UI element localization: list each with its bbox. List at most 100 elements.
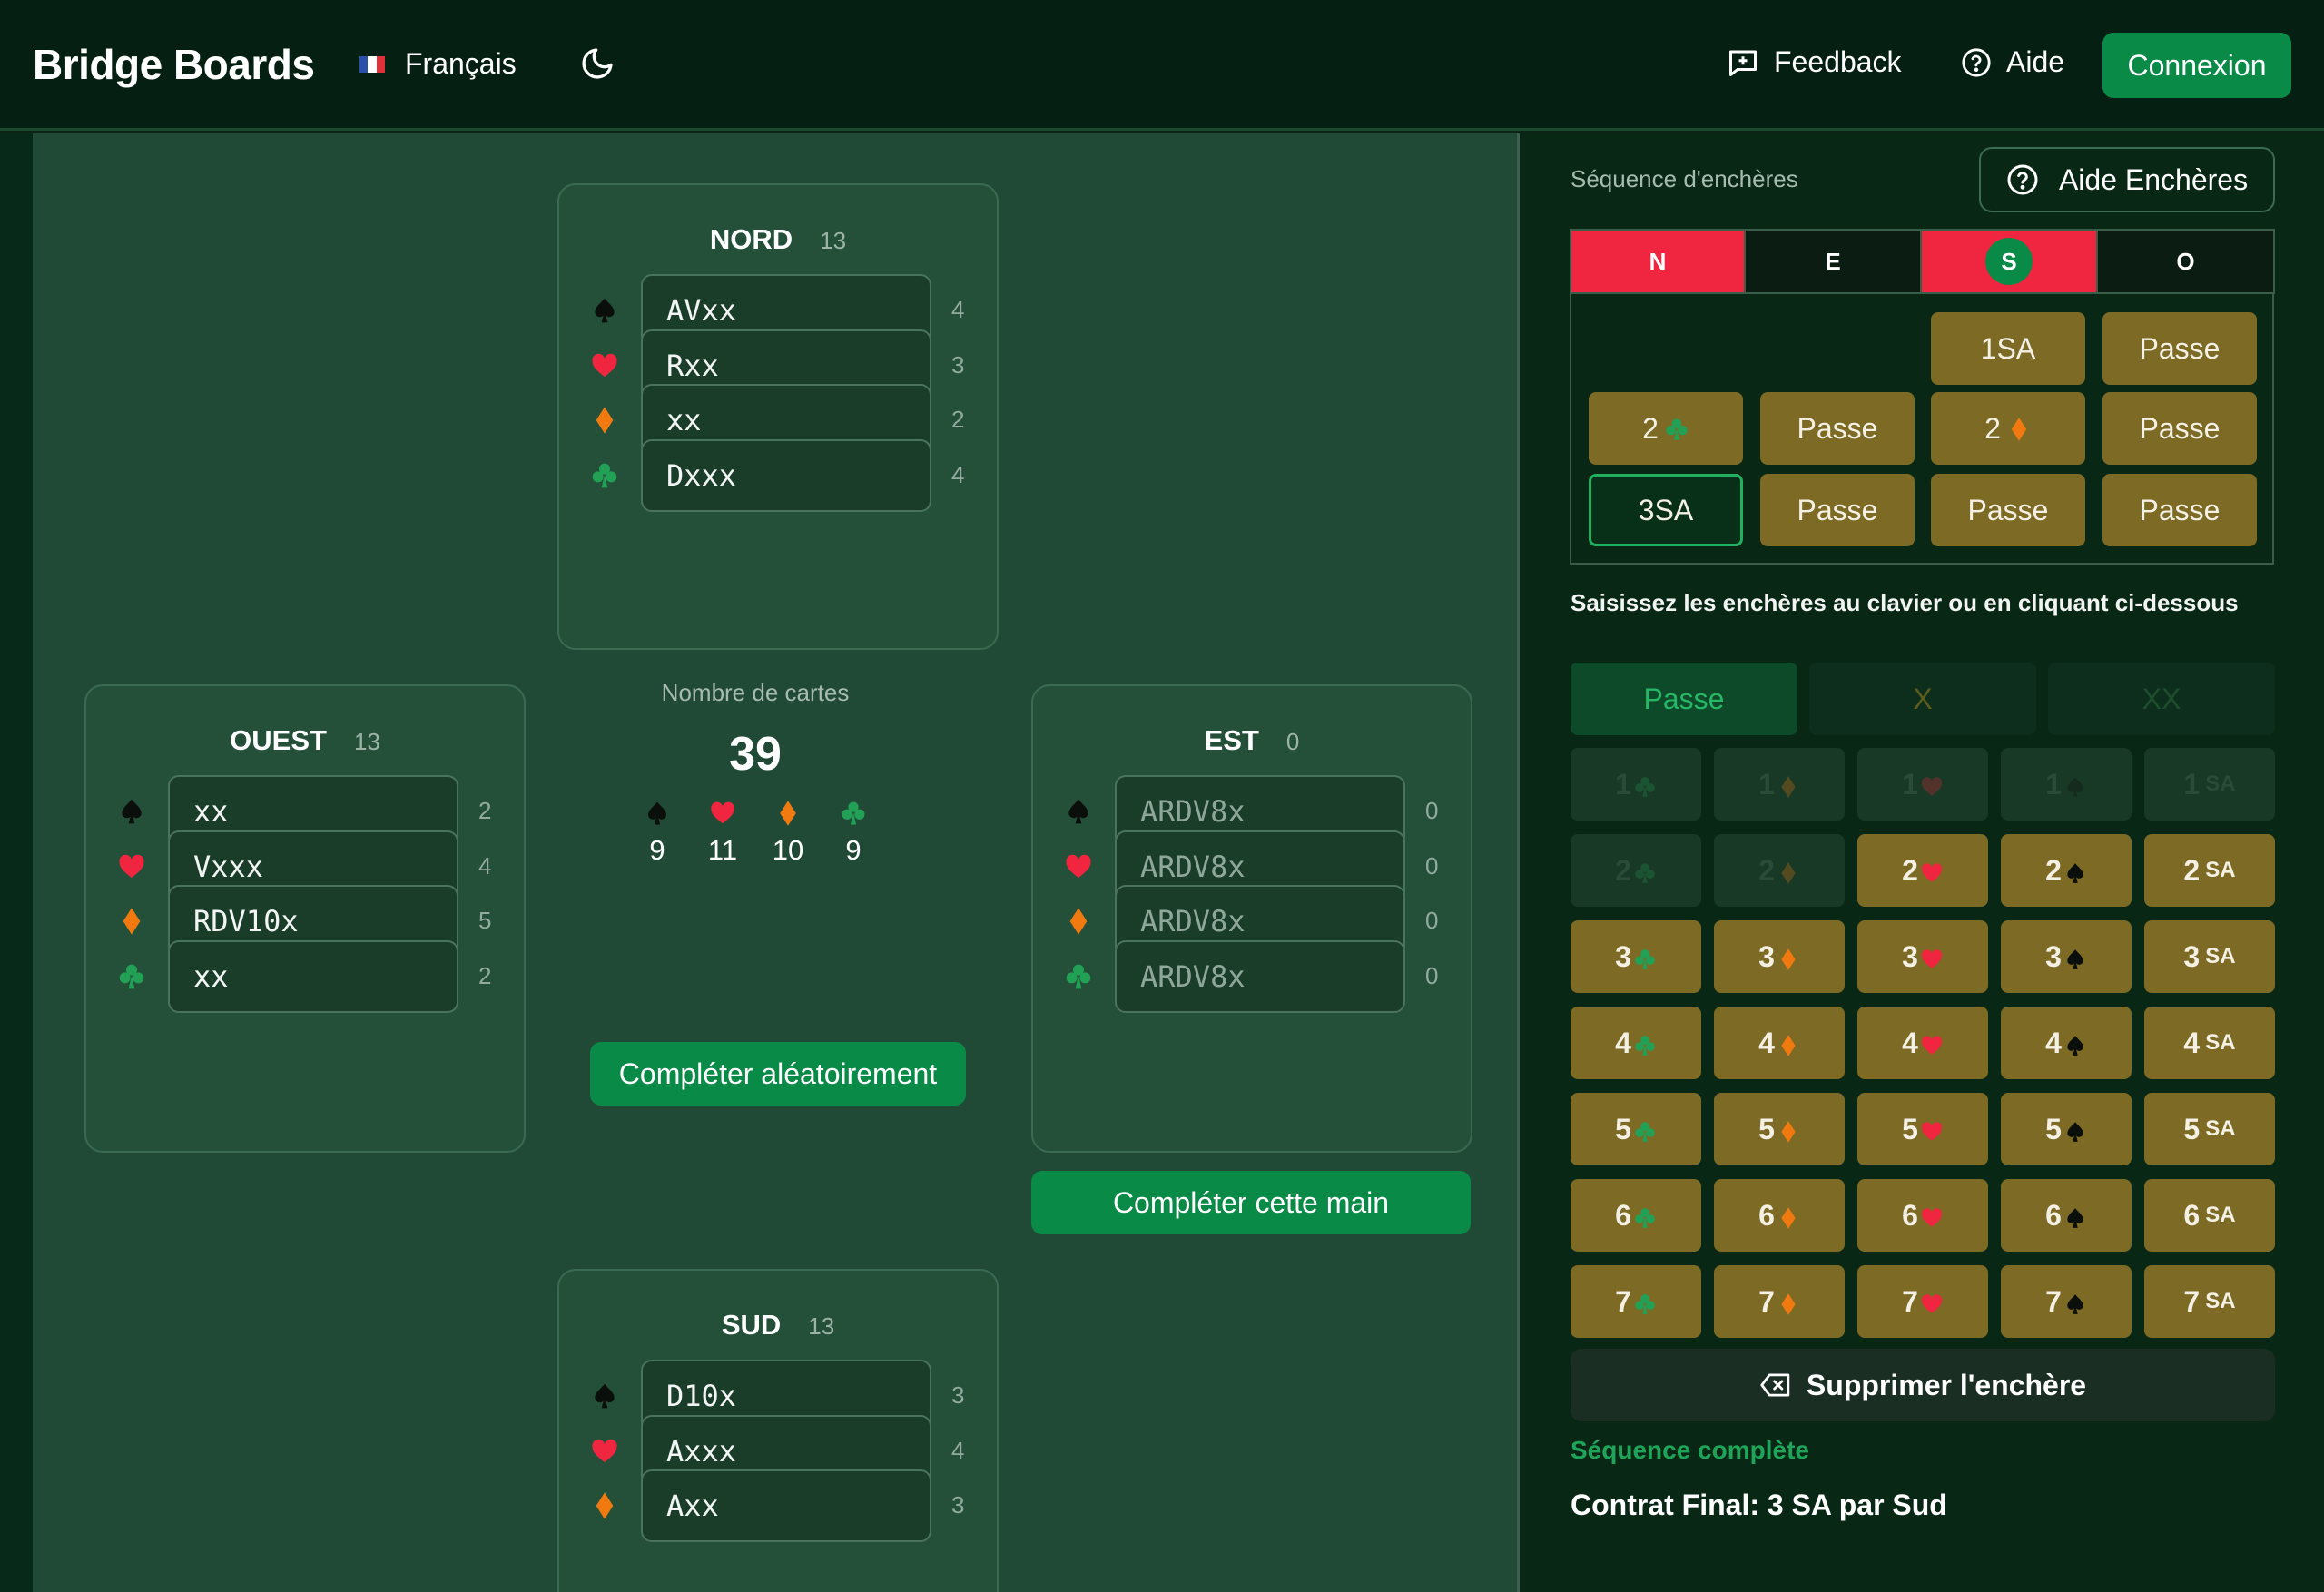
bid-button[interactable]: 7 xyxy=(2001,1265,2132,1338)
spade-icon xyxy=(1064,797,1093,826)
bid-button[interactable]: 4 xyxy=(2001,1007,2132,1079)
redouble-button[interactable]: XX xyxy=(2048,663,2275,735)
club-icon xyxy=(1633,1204,1657,1228)
bid-button[interactable]: 3 xyxy=(1857,920,1988,993)
bid-button[interactable]: 1 xyxy=(2001,748,2132,821)
heart-icon xyxy=(1064,852,1093,881)
bid-button[interactable]: 5 SA xyxy=(2144,1093,2275,1165)
bid-button[interactable]: 5 xyxy=(1571,1093,1701,1165)
suit-total-value: 11 xyxy=(707,834,738,866)
suit-row: xx 2 xyxy=(86,939,524,1013)
bid-button[interactable]: 7 xyxy=(1714,1265,1845,1338)
random-complete-button[interactable]: Compléter aléatoirement xyxy=(590,1042,966,1106)
bid-history-cell[interactable]: 2 xyxy=(1931,392,2085,465)
suit-card-count: 4 xyxy=(478,851,492,880)
spade-icon xyxy=(2063,945,2087,969)
bid-button[interactable]: 6 SA xyxy=(2144,1179,2275,1252)
diamond-icon xyxy=(1777,772,1800,798)
spade-icon xyxy=(2063,1117,2087,1142)
pass-button[interactable]: Passe xyxy=(1571,663,1797,735)
bid-button[interactable]: 2 xyxy=(1714,834,1845,907)
bidding-help-label: Aide Enchères xyxy=(2058,162,2249,196)
suit-card-count: 2 xyxy=(478,797,492,824)
suit-total: 10 xyxy=(773,800,803,867)
backspace-icon xyxy=(1760,1373,1790,1397)
club-icon xyxy=(117,962,146,991)
club-icon xyxy=(1633,1031,1657,1056)
bid-button[interactable]: 2 SA xyxy=(2144,834,2275,907)
bid-button[interactable]: 5 xyxy=(1714,1093,1845,1165)
bid-button[interactable]: 4 xyxy=(1571,1007,1701,1079)
suit-total-value: 9 xyxy=(845,834,862,866)
bid-history-cell[interactable]: Passe xyxy=(1760,392,1915,465)
hand-title: NORD 13 xyxy=(709,223,847,255)
bid-button[interactable]: 3 xyxy=(1571,920,1701,993)
bid-button[interactable]: 3 SA xyxy=(2144,920,2275,993)
bid-button[interactable]: 1 SA xyxy=(2144,748,2275,821)
diamond-icon xyxy=(1777,945,1800,970)
bid-button[interactable]: 5 xyxy=(2001,1093,2132,1165)
bid-button[interactable]: 3 xyxy=(2001,920,2132,993)
language-selector[interactable]: Français xyxy=(359,47,517,81)
bid-button[interactable]: 4 xyxy=(1714,1007,1845,1079)
bid-history-cell[interactable]: Passe xyxy=(2102,474,2257,546)
bid-history-cell[interactable]: Passe xyxy=(2102,392,2257,465)
bid-button[interactable]: 1 xyxy=(1571,748,1701,821)
delete-bid-button[interactable]: Supprimer l'enchère xyxy=(1571,1349,2275,1421)
language-label: Français xyxy=(405,47,517,80)
diamond-icon xyxy=(117,907,146,936)
bid-button[interactable]: 3 xyxy=(1714,920,1845,993)
diamond-icon xyxy=(1064,907,1093,936)
bid-history-cell[interactable]: Passe xyxy=(1760,474,1915,546)
heart-icon xyxy=(1920,772,1944,796)
suit-card-count: 2 xyxy=(478,961,492,989)
hand-title: OUEST 13 xyxy=(230,724,380,756)
bid-history-cell[interactable]: 1SA xyxy=(1931,312,2085,385)
bid-history-cell[interactable]: 3SA xyxy=(1589,474,1743,546)
club-icon xyxy=(1064,962,1093,991)
bid-history-cell[interactable]: Passe xyxy=(2102,312,2257,385)
bidding-help-button[interactable]: Aide Enchères xyxy=(1979,147,2275,212)
hand-title: EST 0 xyxy=(1204,724,1300,756)
bid-button[interactable]: 4 SA xyxy=(2144,1007,2275,1079)
connexion-button[interactable]: Connexion xyxy=(2102,33,2291,98)
suit-row: Axx 3 xyxy=(559,1469,997,1542)
bid-button[interactable]: 6 xyxy=(1714,1179,1845,1252)
suit-cards-input[interactable]: xx xyxy=(168,939,458,1013)
bid-history-cell[interactable]: 2 xyxy=(1589,392,1743,465)
bid-button[interactable]: 7 xyxy=(1571,1265,1701,1338)
complete-hand-button[interactable]: Compléter cette main xyxy=(1031,1171,1471,1234)
bid-button[interactable]: 7 SA xyxy=(2144,1265,2275,1338)
bid-button[interactable]: 5 xyxy=(1857,1093,1988,1165)
hand-title: SUD 13 xyxy=(721,1309,835,1341)
bid-button[interactable]: 1 xyxy=(1714,748,1845,821)
bidding-sequence-label: Séquence d'enchères xyxy=(1571,165,1798,192)
suit-total-value: 9 xyxy=(649,834,665,866)
suit-cards-input[interactable]: ARDV8x xyxy=(1115,939,1405,1013)
left-strip xyxy=(0,133,33,1592)
aide-button[interactable]: Aide xyxy=(1961,45,2064,79)
suit-cards-input[interactable]: Dxxx xyxy=(641,438,931,512)
bid-button[interactable]: 2 xyxy=(2001,834,2132,907)
double-button[interactable]: X xyxy=(1809,663,2036,735)
brand-logo[interactable]: Bridge Boards xyxy=(33,40,315,89)
bid-button[interactable]: 2 xyxy=(1857,834,1988,907)
bidding-column-o: O xyxy=(2096,229,2275,294)
bid-history-cell[interactable]: Passe xyxy=(1931,474,2085,546)
feedback-button[interactable]: Feedback xyxy=(1727,45,1902,79)
suit-cards-input[interactable]: Axx xyxy=(641,1469,931,1542)
bid-button[interactable]: 6 xyxy=(2001,1179,2132,1252)
bid-button[interactable]: 7 xyxy=(1857,1265,1988,1338)
bid-button[interactable]: 6 xyxy=(1857,1179,1988,1252)
suit-card-count: 3 xyxy=(951,1381,965,1409)
suit-card-count: 0 xyxy=(1425,907,1439,934)
bid-button[interactable]: 4 xyxy=(1857,1007,1988,1079)
bid-button[interactable]: 2 xyxy=(1571,834,1701,907)
suit-card-count: 4 xyxy=(951,460,965,488)
bid-button[interactable]: 6 xyxy=(1571,1179,1701,1252)
heart-icon xyxy=(1920,1204,1944,1227)
bid-button[interactable]: 1 xyxy=(1857,748,1988,821)
heart-icon xyxy=(1920,1031,1944,1055)
card-count-label: Nombre de cartes xyxy=(661,679,850,706)
moon-icon[interactable] xyxy=(579,45,615,82)
